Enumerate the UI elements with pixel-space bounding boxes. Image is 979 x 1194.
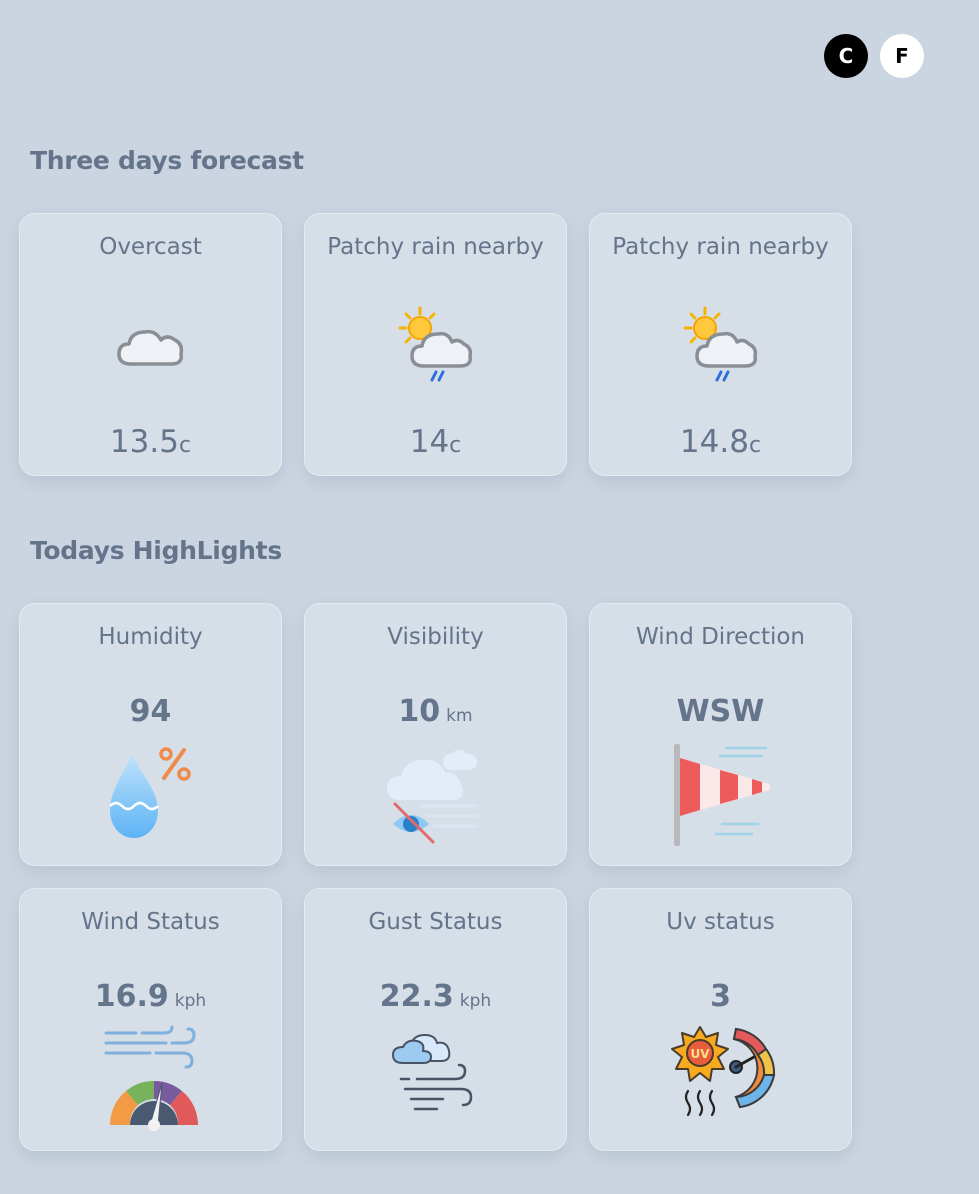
highlight-value: 94 — [129, 694, 172, 729]
forecast-section-title: Three days forecast — [30, 146, 304, 175]
humidity-drop-icon — [108, 747, 191, 838]
svg-text:UV: UV — [690, 1047, 710, 1061]
forecast-card: Patchy rain nearby 14c — [304, 213, 567, 476]
forecast-grid: Overcast 13.5c Patchy rain nearby 14c Pa… — [19, 213, 852, 476]
highlight-label: Gust Status — [368, 909, 503, 935]
highlight-card-uv-status: Uv status 3 UV — [589, 888, 852, 1151]
highlight-card-visibility: Visibility 10 km — [304, 603, 567, 866]
sun-cloud-rain-icon — [398, 306, 472, 382]
uv-meter-icon: UV — [670, 1026, 775, 1117]
highlight-value: 16.9 kph — [94, 979, 207, 1014]
forecast-temp: 13.5c — [109, 424, 192, 460]
celsius-button[interactable]: C — [824, 34, 868, 78]
forecast-temp: 14c — [409, 424, 462, 460]
highlight-label: Wind Status — [81, 909, 220, 935]
highlight-value: 22.3 kph — [379, 979, 492, 1014]
highlights-section-title: Todays HighLights — [30, 536, 282, 565]
highlight-label: Humidity — [98, 624, 203, 650]
highlight-label: Wind Direction — [635, 624, 806, 650]
wind-gauge-icon — [104, 1025, 198, 1131]
gust-cloud-icon — [391, 1033, 472, 1111]
forecast-condition: Patchy rain nearby — [612, 234, 829, 260]
forecast-condition: Overcast — [99, 234, 202, 260]
cloud-icon — [116, 329, 183, 366]
forecast-temp: 14.8c — [679, 424, 762, 460]
unit-toggle: C F — [824, 34, 924, 78]
visibility-fog-icon — [386, 750, 478, 844]
forecast-condition: Patchy rain nearby — [327, 234, 544, 260]
highlight-value: 10 km — [398, 694, 473, 729]
highlight-card-humidity: Humidity 94 — [19, 603, 282, 866]
highlight-label: Visibility — [387, 624, 484, 650]
sun-cloud-rain-icon — [683, 306, 757, 382]
highlight-value: 3 — [710, 979, 731, 1014]
windsock-icon — [673, 744, 770, 846]
highlight-card-wind-status: Wind Status 16.9 kph — [19, 888, 282, 1151]
fahrenheit-button[interactable]: F — [880, 34, 924, 78]
forecast-card: Patchy rain nearby 14.8c — [589, 213, 852, 476]
highlight-label: Uv status — [666, 909, 775, 935]
highlight-value: WSW — [676, 694, 765, 729]
highlight-card-wind-direction: Wind Direction WSW — [589, 603, 852, 866]
highlight-card-gust-status: Gust Status 22.3 kph — [304, 888, 567, 1151]
highlights-grid: Humidity 94 Visibility 10 km Wind Direct… — [19, 603, 852, 1151]
forecast-card: Overcast 13.5c — [19, 213, 282, 476]
